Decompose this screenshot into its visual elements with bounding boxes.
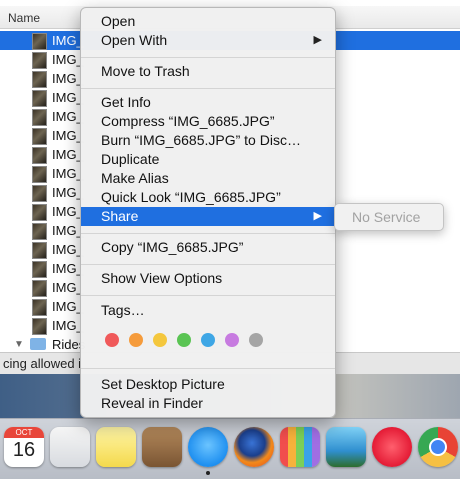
chrome-icon[interactable] xyxy=(418,427,458,467)
preview-icon[interactable] xyxy=(50,427,90,467)
image-thumbnail-icon xyxy=(32,166,47,183)
menu-label: Open xyxy=(101,13,136,29)
tag-red-dot[interactable] xyxy=(105,333,119,347)
firefox-icon[interactable] xyxy=(234,427,274,467)
image-thumbnail-icon xyxy=(32,128,47,145)
menu-label: Reveal in Finder xyxy=(101,395,203,411)
tag-orange-dot[interactable] xyxy=(129,333,143,347)
menu-label: Copy “IMG_6685.JPG” xyxy=(101,239,244,255)
tag-color-row xyxy=(105,333,325,349)
menu-separator xyxy=(81,295,335,296)
image-thumbnail-icon xyxy=(32,223,47,240)
column-header-label: Name xyxy=(8,11,41,25)
menu-label: Make Alias xyxy=(101,170,169,186)
menu-item-compress[interactable]: Compress “IMG_6685.JPG” xyxy=(81,112,335,131)
image-thumbnail-icon xyxy=(32,71,47,88)
numbers-icon[interactable] xyxy=(280,427,320,467)
image-thumbnail-icon xyxy=(32,261,47,278)
iphoto-icon[interactable] xyxy=(326,427,366,467)
menu-item-tags[interactable]: Tags… xyxy=(81,301,335,320)
menu-label: Get Info xyxy=(101,94,151,110)
menu-item-quick-look[interactable]: Quick Look “IMG_6685.JPG” xyxy=(81,188,335,207)
menu-item-open-with[interactable]: Open With ▶ xyxy=(81,31,335,50)
itunes-icon[interactable] xyxy=(372,427,412,467)
tag-blue-dot[interactable] xyxy=(201,333,215,347)
menu-label: Burn “IMG_6685.JPG” to Disc… xyxy=(101,132,301,148)
menu-label: Set Desktop Picture xyxy=(101,376,225,392)
calendar-day: 16 xyxy=(12,439,36,461)
menu-item-get-info[interactable]: Get Info xyxy=(81,93,335,112)
menu-label: Quick Look “IMG_6685.JPG” xyxy=(101,189,281,205)
menu-item-duplicate[interactable]: Duplicate xyxy=(81,150,335,169)
status-text: cing allowed i xyxy=(3,356,82,371)
image-thumbnail-icon xyxy=(32,204,47,221)
menu-item-share[interactable]: Share ▶ xyxy=(81,207,335,226)
menu-label: Open With xyxy=(101,32,168,48)
image-thumbnail-icon xyxy=(32,147,47,164)
image-thumbnail-icon xyxy=(32,242,47,259)
menu-label: Show View Options xyxy=(101,270,223,286)
menu-item-copy[interactable]: Copy “IMG_6685.JPG” xyxy=(81,238,335,257)
image-thumbnail-icon xyxy=(32,318,47,335)
tag-gray-dot[interactable] xyxy=(249,333,263,347)
calendar-month: OCT xyxy=(4,427,44,438)
image-thumbnail-icon xyxy=(32,109,47,126)
submenu-arrow-icon: ▶ xyxy=(313,210,322,222)
menu-label: Tags… xyxy=(101,302,145,318)
menu-label: Share xyxy=(101,208,139,224)
running-indicator xyxy=(206,471,210,475)
menu-separator xyxy=(81,88,335,89)
menu-item-no-service: No Service xyxy=(352,209,421,225)
messages-icon[interactable] xyxy=(188,427,228,467)
calendar-icon[interactable]: OCT 16 xyxy=(4,427,44,467)
share-submenu: No Service xyxy=(334,203,444,231)
menu-item-reveal-in-finder[interactable]: Reveal in Finder xyxy=(81,394,335,413)
contacts-icon[interactable] xyxy=(142,427,182,467)
menu-item-burn[interactable]: Burn “IMG_6685.JPG” to Disc… xyxy=(81,131,335,150)
notes-icon[interactable] xyxy=(96,427,136,467)
menu-separator xyxy=(81,57,335,58)
image-thumbnail-icon xyxy=(32,185,47,202)
menu-item-move-to-trash[interactable]: Move to Trash xyxy=(81,62,335,81)
disclosure-triangle-icon[interactable]: ▼ xyxy=(14,339,24,350)
image-thumbnail-icon xyxy=(32,33,47,50)
image-thumbnail-icon xyxy=(32,299,47,316)
tag-yellow-dot[interactable] xyxy=(153,333,167,347)
menu-separator xyxy=(81,233,335,234)
tag-purple-dot[interactable] xyxy=(225,333,239,347)
submenu-arrow-icon: ▶ xyxy=(313,34,322,46)
image-thumbnail-icon xyxy=(32,52,47,69)
menu-item-show-view-options[interactable]: Show View Options xyxy=(81,269,335,288)
chrome-center-icon xyxy=(429,438,447,456)
menu-separator xyxy=(81,368,335,369)
tag-green-dot[interactable] xyxy=(177,333,191,347)
context-menu: Open Open With ▶ Move to Trash Get Info C… xyxy=(80,7,336,418)
dock: OCT 16 xyxy=(0,418,460,479)
menu-label: Duplicate xyxy=(101,151,160,167)
menu-item-set-desktop-picture[interactable]: Set Desktop Picture xyxy=(81,375,335,394)
menu-separator xyxy=(81,264,335,265)
menu-label: Compress “IMG_6685.JPG” xyxy=(101,113,275,129)
image-thumbnail-icon xyxy=(32,90,47,107)
folder-icon xyxy=(30,338,46,350)
menu-item-open[interactable]: Open xyxy=(81,12,335,31)
image-thumbnail-icon xyxy=(32,280,47,297)
menu-item-make-alias[interactable]: Make Alias xyxy=(81,169,335,188)
menu-label: Move to Trash xyxy=(101,63,190,79)
